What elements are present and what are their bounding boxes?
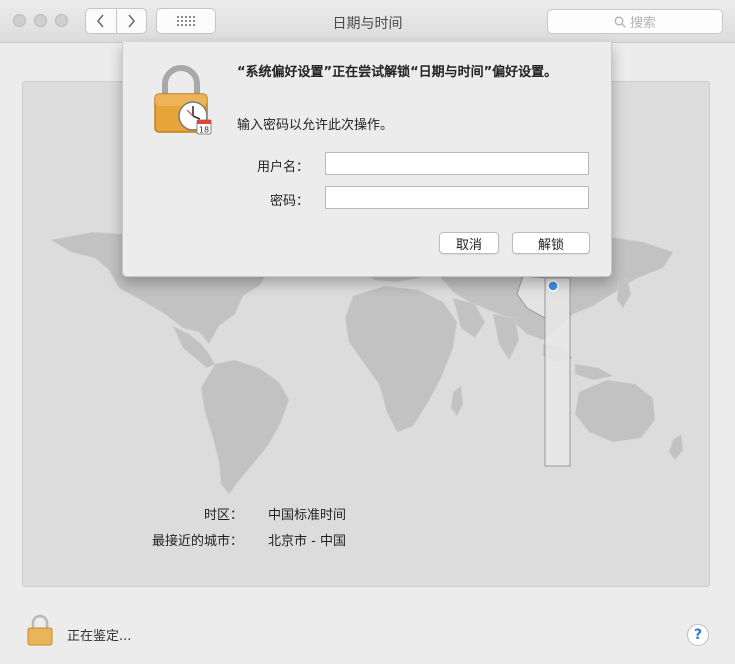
- unlock-button[interactable]: 解锁: [512, 232, 590, 254]
- dialog-title: “系统偏好设置”正在尝试解锁“日期与时间”偏好设置。: [237, 65, 558, 80]
- username-field[interactable]: [325, 152, 589, 175]
- lock-icon: [27, 614, 53, 646]
- search-field[interactable]: 搜索: [547, 9, 723, 34]
- lock-button[interactable]: [26, 614, 54, 650]
- timezone-label: 时区：: [203, 508, 243, 523]
- dialog-message: 输入密码以允许此次操作。: [237, 118, 394, 133]
- search-icon: [614, 16, 626, 28]
- authentication-dialog: 18 “系统偏好设置”正在尝试解锁“日期与时间”偏好设置。 输入密码以允许此次操…: [122, 42, 612, 277]
- timezone-value: 中国标准时间: [268, 508, 347, 523]
- location-pin-icon: [547, 280, 559, 292]
- authentication-status: 正在鉴定...: [67, 629, 132, 644]
- username-label: 用户名：: [256, 160, 309, 175]
- closest-city-label: 最接近的城市：: [151, 534, 243, 549]
- window-titlebar: 日期与时间 搜索: [0, 0, 735, 43]
- selected-timezone-band: [544, 277, 571, 467]
- lock-clock-icon: 18: [151, 64, 215, 140]
- password-field[interactable]: [325, 186, 589, 209]
- password-label: 密码：: [269, 194, 309, 209]
- cancel-button[interactable]: 取消: [439, 232, 499, 254]
- closest-city-value: 北京市 - 中国: [268, 534, 346, 549]
- calendar-day: 18: [199, 126, 209, 135]
- search-placeholder: 搜索: [629, 16, 656, 31]
- help-button[interactable]: ?: [687, 624, 709, 646]
